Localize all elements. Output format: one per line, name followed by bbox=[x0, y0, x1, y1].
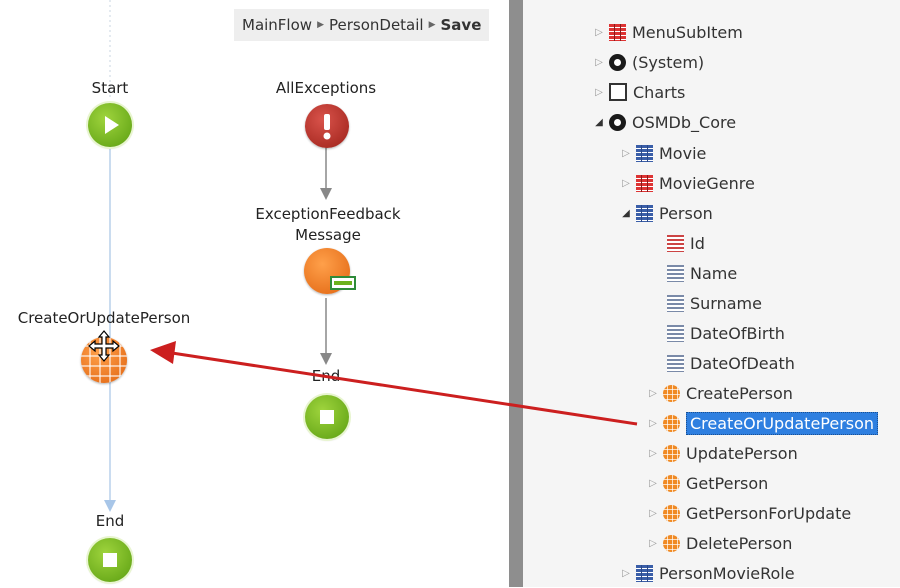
breadcrumb-item-mainflow[interactable]: MainFlow bbox=[242, 16, 312, 34]
message-badge-icon bbox=[330, 276, 356, 290]
move-cursor-icon bbox=[88, 330, 120, 362]
expand-icon[interactable]: ▷ bbox=[620, 568, 632, 579]
tree-item-getpersonforupdate[interactable]: ▷ GetPersonForUpdate bbox=[647, 498, 851, 528]
tree-item-createorupdateperson[interactable]: ▷ CreateOrUpdatePerson bbox=[647, 408, 879, 438]
breadcrumb: MainFlow ▶ PersonDetail ▶ Save bbox=[234, 9, 490, 41]
collapse-icon[interactable]: ◢ bbox=[620, 208, 632, 219]
tree-item-updateperson[interactable]: ▷ UpdatePerson bbox=[647, 438, 798, 468]
tree-item-system[interactable]: ▷ (System) bbox=[593, 47, 704, 77]
expand-icon[interactable]: ▷ bbox=[620, 148, 632, 159]
attribute-icon bbox=[667, 264, 684, 282]
tree-item-createperson[interactable]: ▷ CreatePerson bbox=[647, 378, 793, 408]
tree-item-id[interactable]: Id bbox=[651, 228, 705, 258]
tree-item-dateofbirth[interactable]: DateOfBirth bbox=[651, 318, 785, 348]
tree-item-moviegenre[interactable]: ▷ MovieGenre bbox=[620, 168, 755, 198]
elements-tree: ▷ MenuSubItem ▷ (System) ▷ Charts ◢ OSMDb_Co… bbox=[523, 0, 900, 587]
chart-icon bbox=[609, 83, 627, 101]
selected-label: CreateOrUpdatePerson bbox=[686, 411, 879, 435]
entity-action-icon bbox=[663, 504, 680, 522]
breadcrumb-item-persondetail[interactable]: PersonDetail bbox=[329, 16, 424, 34]
tree-item-dateofdeath[interactable]: DateOfDeath bbox=[651, 348, 795, 378]
expand-icon[interactable]: ▷ bbox=[647, 538, 659, 549]
tree-item-surname[interactable]: Surname bbox=[651, 288, 762, 318]
chevron-right-icon: ▶ bbox=[428, 20, 436, 30]
entity-action-icon bbox=[663, 534, 680, 552]
entity-red-icon bbox=[609, 23, 626, 41]
panel-splitter[interactable] bbox=[509, 0, 523, 587]
expand-icon[interactable]: ▷ bbox=[647, 418, 659, 429]
flow-canvas[interactable]: MainFlow ▶ PersonDetail ▶ Save Start All… bbox=[0, 0, 511, 587]
create-update-person-label: CreateOrUpdatePerson bbox=[17, 309, 191, 327]
expand-icon[interactable]: ▷ bbox=[647, 448, 659, 459]
expand-icon[interactable]: ▷ bbox=[593, 87, 605, 98]
entity-action-icon bbox=[663, 414, 680, 432]
entity-action-icon bbox=[663, 474, 680, 492]
tree-item-personmovierole[interactable]: ▷ PersonMovieRole bbox=[620, 558, 794, 588]
attribute-icon bbox=[667, 354, 684, 372]
feedback-message-label: ExceptionFeedback Message bbox=[255, 205, 401, 244]
tree-item-osmdb-core[interactable]: ◢ OSMDb_Core bbox=[593, 107, 736, 137]
attribute-icon bbox=[667, 294, 684, 312]
entity-icon bbox=[636, 204, 653, 222]
expand-icon[interactable]: ▷ bbox=[593, 27, 605, 38]
module-icon bbox=[609, 113, 626, 131]
entity-icon bbox=[636, 564, 653, 582]
collapse-icon[interactable]: ◢ bbox=[593, 117, 605, 128]
end-label-bottom: End bbox=[95, 512, 125, 530]
exclamation-icon bbox=[323, 114, 331, 140]
expand-icon[interactable]: ▷ bbox=[647, 478, 659, 489]
tree-item-deleteperson[interactable]: ▷ DeletePerson bbox=[647, 528, 792, 558]
tree-item-movie[interactable]: ▷ Movie bbox=[620, 138, 706, 168]
play-icon bbox=[105, 116, 119, 134]
module-icon bbox=[609, 53, 626, 71]
entity-red-icon bbox=[636, 174, 653, 192]
entity-icon bbox=[636, 144, 653, 162]
exception-handler-node[interactable] bbox=[305, 104, 349, 148]
tree-item-getperson[interactable]: ▷ GetPerson bbox=[647, 468, 768, 498]
attribute-icon bbox=[667, 324, 684, 342]
attribute-key-icon bbox=[667, 234, 684, 252]
tree-item-name[interactable]: Name bbox=[651, 258, 737, 288]
end-label-middle: End bbox=[311, 367, 341, 385]
stop-icon bbox=[103, 553, 117, 567]
tree-item-person[interactable]: ◢ Person bbox=[620, 198, 713, 228]
end-node-middle[interactable] bbox=[305, 395, 349, 439]
stop-icon bbox=[320, 410, 334, 424]
chevron-right-icon: ▶ bbox=[317, 20, 324, 30]
all-exceptions-label: AllExceptions bbox=[275, 79, 377, 97]
tree-item-menusubitem[interactable]: ▷ MenuSubItem bbox=[593, 17, 743, 47]
expand-icon[interactable]: ▷ bbox=[647, 388, 659, 399]
expand-icon[interactable]: ▷ bbox=[593, 57, 605, 68]
entity-action-icon bbox=[663, 444, 680, 462]
expand-icon[interactable]: ▷ bbox=[647, 508, 659, 519]
entity-action-icon bbox=[663, 384, 680, 402]
start-node[interactable] bbox=[88, 103, 132, 147]
expand-icon[interactable]: ▷ bbox=[620, 178, 632, 189]
end-node-bottom[interactable] bbox=[88, 538, 132, 582]
breadcrumb-current: Save bbox=[440, 16, 482, 34]
feedback-message-node[interactable] bbox=[304, 248, 356, 294]
tree-item-charts[interactable]: ▷ Charts bbox=[593, 77, 685, 107]
start-label: Start bbox=[91, 79, 129, 97]
